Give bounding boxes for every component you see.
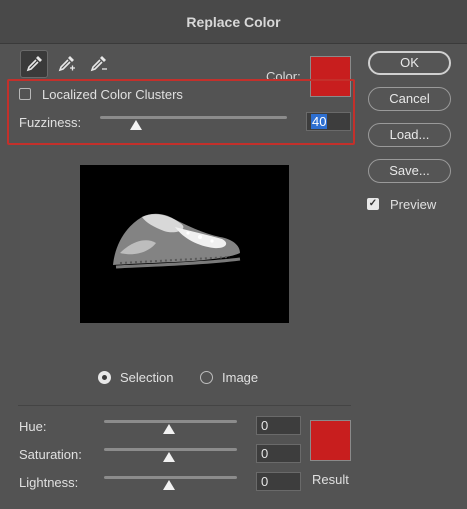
eyedropper-glyph bbox=[26, 56, 42, 72]
load-button[interactable]: Load... bbox=[368, 123, 451, 147]
eyedropper-icon[interactable] bbox=[20, 50, 48, 78]
checkmark-icon: ✓ bbox=[368, 198, 378, 209]
eyedropper-plus-glyph bbox=[58, 56, 75, 72]
fuzziness-slider-track[interactable] bbox=[100, 116, 287, 119]
saturation-label: Saturation: bbox=[19, 447, 82, 462]
lightness-label: Lightness: bbox=[19, 475, 79, 490]
hue-slider-track[interactable] bbox=[104, 420, 237, 423]
cancel-button[interactable]: Cancel bbox=[368, 87, 451, 111]
localized-clusters-checkbox[interactable] bbox=[19, 88, 31, 100]
selection-preview-image bbox=[80, 165, 289, 323]
dialog-title: Replace Color bbox=[186, 14, 281, 30]
saturation-slider-track[interactable] bbox=[104, 448, 237, 451]
saturation-slider-thumb[interactable] bbox=[163, 452, 175, 462]
image-radio[interactable] bbox=[200, 371, 213, 384]
shoe-mask-image bbox=[113, 213, 241, 269]
ok-button[interactable]: OK bbox=[368, 51, 451, 75]
image-radio-label: Image bbox=[222, 370, 259, 385]
result-label: Result bbox=[312, 472, 349, 487]
lightness-slider-thumb[interactable] bbox=[163, 480, 175, 490]
preview-label: Preview bbox=[390, 197, 437, 212]
selection-radio-label: Selection bbox=[120, 370, 174, 385]
lightness-slider-track[interactable] bbox=[104, 476, 237, 479]
section-divider bbox=[18, 405, 351, 406]
preview-checkbox[interactable]: ✓ bbox=[367, 198, 379, 210]
fuzziness-slider-thumb[interactable] bbox=[130, 120, 142, 130]
eyedropper-plus-icon[interactable] bbox=[52, 50, 80, 78]
hue-slider-thumb[interactable] bbox=[163, 424, 175, 434]
fuzziness-label: Fuzziness: bbox=[19, 115, 82, 130]
fuzziness-value: 40 bbox=[311, 114, 328, 129]
selection-radio[interactable] bbox=[98, 371, 111, 384]
saturation-input[interactable]: 0 bbox=[256, 444, 301, 463]
fuzziness-input[interactable]: 40 bbox=[306, 112, 351, 131]
eyedropper-minus-glyph bbox=[90, 56, 107, 72]
result-swatch[interactable] bbox=[310, 420, 351, 461]
hue-input[interactable]: 0 bbox=[256, 416, 301, 435]
save-button[interactable]: Save... bbox=[368, 159, 451, 183]
hue-label: Hue: bbox=[19, 419, 47, 434]
lightness-input[interactable]: 0 bbox=[256, 472, 301, 491]
eyedropper-minus-icon[interactable] bbox=[84, 50, 112, 78]
dialog-titlebar: Replace Color bbox=[0, 0, 467, 44]
localized-clusters-label: Localized Color Clusters bbox=[42, 87, 183, 102]
